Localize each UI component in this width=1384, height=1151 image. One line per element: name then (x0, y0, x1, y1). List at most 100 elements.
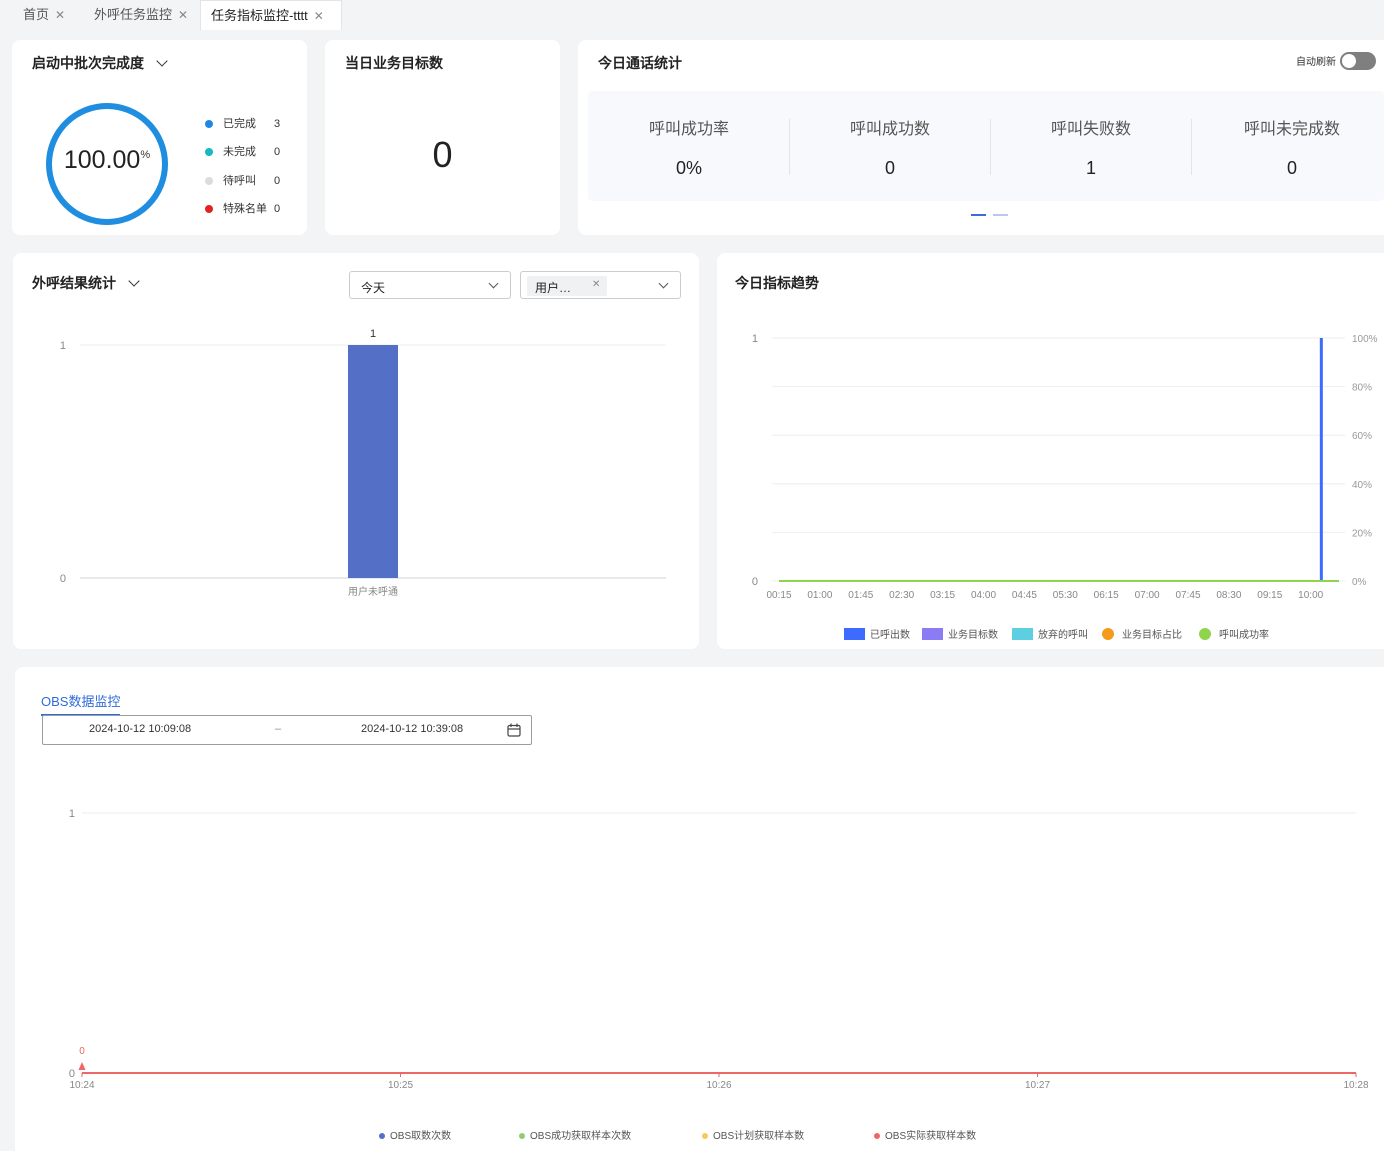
x-tick-label: 08:30 (1216, 590, 1241, 601)
y-left-tick-label: 1 (752, 333, 758, 345)
stat-value: 0% (675, 158, 702, 178)
x-tick-label: 03:15 (930, 590, 955, 601)
x-tick-label: 05:30 (1053, 590, 1078, 601)
legend-dot-icon (519, 1133, 525, 1139)
tab-label: 首页 (23, 7, 50, 22)
completion-card: 启动中批次完成度 100.00% 已完成 3 未完成 0 待呼叫 0 特殊名单 0 (12, 40, 307, 235)
pager-dot[interactable] (993, 214, 1008, 216)
legend-item[interactable]: OBS成功获取样本次数 (519, 1129, 631, 1142)
legend-dot-icon (1102, 628, 1114, 640)
stat-value: 1 (1085, 158, 1096, 178)
legend-label: 待呼叫 (223, 175, 256, 187)
percent-value: 100.00 (63, 146, 141, 174)
x-tick-label: 10:26 (706, 1080, 731, 1091)
legend-item[interactable]: OBS取数次数 (379, 1129, 451, 1142)
x-tick-label: 04:45 (1012, 590, 1037, 601)
stat-divider (789, 119, 790, 175)
legend-label: 业务目标数 (948, 628, 998, 641)
outbound-results-card: 外呼结果统计 今天 用户… ✕ 0 1 1 用户未呼通 (13, 253, 699, 649)
tab-outbound-task-monitor[interactable]: 外呼任务监控 ✕ (94, 0, 188, 30)
legend-label: 已完成 (223, 118, 256, 130)
legend-item[interactable]: 业务目标占比 (1102, 628, 1182, 641)
call-stat-item: 呼叫失败数 1 (991, 91, 1191, 201)
legend-label: OBS计划获取样本数 (713, 1129, 804, 1142)
legend-item[interactable]: OBS实际获取样本数 (874, 1129, 976, 1142)
legend-dot-icon (874, 1133, 880, 1139)
legend-dot-icon (205, 205, 213, 213)
trend-bar[interactable] (1319, 338, 1323, 581)
y-tick-label: 0 (60, 573, 66, 585)
chevron-down-icon (156, 55, 168, 67)
stat-label: 呼叫成功率 (648, 121, 729, 138)
y-left-tick-label: 0 (752, 576, 758, 588)
legend-dot-icon (205, 120, 213, 128)
legend-label: OBS取数次数 (390, 1129, 451, 1142)
tab-label: 任务指标监控-tttt (211, 8, 308, 23)
legend-item[interactable]: 呼叫成功率 (1199, 628, 1269, 641)
call-stat-item: 呼叫未完成数 0 (1192, 91, 1384, 201)
outbound-results-chart: 0 1 1 用户未呼通 (60, 328, 666, 598)
y-tick-label: 1 (69, 808, 75, 820)
obs-chart: 0 1 10:24 10:25 10:26 10:27 10:28 0 OBS取数次数 OBS成功… (69, 808, 1369, 1142)
legend-value: 3 (274, 118, 281, 130)
percent-unit: % (140, 149, 151, 161)
stat-value: 0 (1286, 158, 1297, 178)
legend-item[interactable]: 业务目标数 (922, 628, 998, 641)
legend-label: 放弃的呼叫 (1038, 628, 1088, 641)
legend-label: 已呼出数 (870, 628, 910, 641)
card-title: 今日通话统计 (598, 55, 682, 71)
tab-home[interactable]: 首页 ✕ (23, 0, 65, 30)
y-right-tick-label: 40% (1352, 480, 1372, 491)
legend-item[interactable]: 已呼出数 (844, 628, 910, 641)
legend-label: 呼叫成功率 (1219, 628, 1269, 641)
business-target-card: 当日业务目标数 0 (325, 40, 560, 235)
legend-item[interactable]: 放弃的呼叫 (1012, 628, 1088, 641)
x-tick-label: 10:27 (1025, 1080, 1050, 1091)
card-title: 启动中批次完成度 (32, 55, 144, 71)
x-tick-label: 06:15 (1094, 590, 1119, 601)
point-annotation: 0 (79, 1046, 85, 1057)
triangle-marker-icon (78, 1062, 86, 1070)
tab-bar: 首页 ✕ 外呼任务监控 ✕ 任务指标监控-tttt ✕ (0, 0, 1384, 30)
x-tick-label: 10:25 (388, 1080, 413, 1091)
x-tick-label: 10:00 (1298, 590, 1323, 601)
completion-percent: 100.00% (44, 146, 170, 175)
call-stats-card: 今日通话统计 自动刷新 呼叫成功率 0% 呼叫成功数 0 呼叫失败数 1 呼叫未完成数 0 (578, 40, 1384, 235)
y-right-tick-label: 20% (1352, 528, 1372, 539)
tab-task-metric-monitor[interactable]: 任务指标监控-tttt ✕ (200, 0, 342, 30)
stat-divider (1191, 119, 1192, 175)
obs-card: OBS数据监控 2024-10-12 10:09:08 – 2024-10-12… (15, 667, 1384, 1151)
legend-item[interactable]: OBS计划获取样本数 (702, 1129, 804, 1142)
call-stats-panel: 呼叫成功率 0% 呼叫成功数 0 呼叫失败数 1 呼叫未完成数 0 (588, 91, 1384, 201)
close-icon[interactable]: ✕ (55, 8, 65, 22)
y-right-tick-label: 100% (1352, 334, 1378, 345)
close-icon[interactable]: ✕ (314, 9, 324, 23)
tab-label: 外呼任务监控 (94, 7, 173, 22)
completion-title-dropdown[interactable]: 启动中批次完成度 (32, 53, 168, 73)
legend-swatch-icon (1012, 628, 1033, 640)
legend-swatch-icon (922, 628, 943, 640)
stat-label: 呼叫成功数 (849, 121, 930, 138)
auto-refresh-toggle[interactable] (1340, 52, 1376, 70)
bar-data-label: 1 (370, 328, 376, 340)
close-icon[interactable]: ✕ (178, 8, 188, 22)
bar[interactable] (348, 345, 398, 578)
x-tick-label: 00:15 (766, 590, 791, 601)
x-tick-label: 04:00 (971, 590, 996, 601)
stat-value: 0 (884, 158, 895, 178)
stat-label: 呼叫失败数 (1050, 121, 1131, 138)
legend-value: 0 (274, 203, 281, 215)
y-tick-label: 0 (69, 1068, 75, 1080)
business-target-value: 0 (432, 134, 453, 175)
legend-label: 业务目标占比 (1122, 628, 1182, 641)
x-tick-label: 用户未呼通 (348, 585, 398, 598)
y-right-tick-label: 80% (1352, 383, 1372, 394)
legend-dot-icon (1199, 628, 1211, 640)
legend-label: OBS实际获取样本数 (885, 1129, 976, 1142)
x-tick-label: 09:15 (1257, 590, 1282, 601)
legend-label: 未完成 (223, 146, 256, 158)
legend-value: 0 (274, 146, 281, 158)
x-tick-label: 01:00 (807, 590, 832, 601)
auto-refresh-label: 自动刷新 (1296, 57, 1336, 68)
pager-dot[interactable] (971, 214, 986, 216)
